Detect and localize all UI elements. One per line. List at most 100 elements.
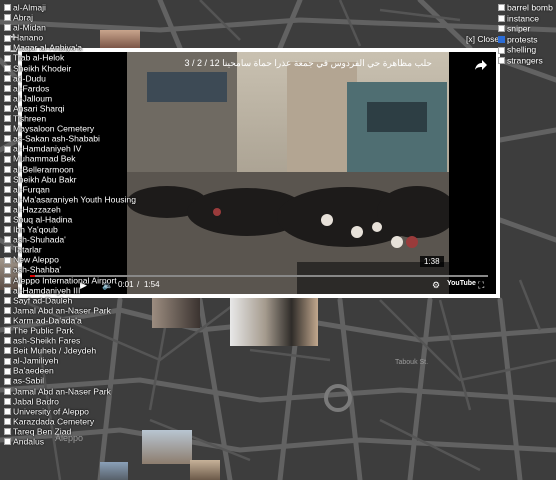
neighborhood-item[interactable]: Tishreen <box>4 113 174 124</box>
neighborhood-item[interactable]: ash-Sheikh Fares <box>4 335 174 346</box>
neighborhood-checkbox[interactable] <box>4 206 11 214</box>
neighborhood-item[interactable]: Hanano <box>4 32 174 43</box>
neighborhood-checkbox[interactable] <box>4 337 11 345</box>
neighborhood-checkbox[interactable] <box>4 367 11 375</box>
filter-checkbox[interactable] <box>498 36 505 44</box>
neighborhood-item[interactable]: al-Jalloum <box>4 93 174 104</box>
neighborhood-checkbox[interactable] <box>4 196 11 204</box>
neighborhood-checkbox[interactable] <box>4 428 11 436</box>
neighborhood-item[interactable]: The Public Park <box>4 325 174 336</box>
neighborhood-checkbox[interactable] <box>4 377 11 385</box>
neighborhood-checkbox[interactable] <box>4 95 11 103</box>
filter-checkbox[interactable] <box>498 57 505 65</box>
neighborhood-item[interactable]: al-Hamdaniyeh IV <box>4 143 174 154</box>
neighborhood-item[interactable]: ash-Shuhada' <box>4 234 174 245</box>
map-thumbnail[interactable] <box>230 298 318 346</box>
neighborhood-checkbox[interactable] <box>4 175 11 183</box>
neighborhood-item[interactable]: Jamal Abd an-Naser Park <box>4 386 174 396</box>
neighborhood-item[interactable]: as-Sabil <box>4 375 174 386</box>
neighborhood-item[interactable]: Sheikh Khodeir <box>4 63 174 73</box>
neighborhood-checkbox[interactable] <box>4 276 11 284</box>
neighborhood-checkbox[interactable] <box>4 307 11 315</box>
filter-item[interactable]: strangers <box>498 55 556 66</box>
neighborhood-item[interactable]: as-Sakan ash-Shababi <box>4 133 174 144</box>
neighborhood-checkbox[interactable] <box>4 84 11 92</box>
neighborhood-item[interactable]: Ansari Sharqi <box>4 103 174 114</box>
map-thumbnail[interactable] <box>190 460 220 480</box>
neighborhood-item[interactable]: al-Jamiliyeh <box>4 355 174 366</box>
neighborhood-checkbox[interactable] <box>4 105 11 113</box>
neighborhood-checkbox[interactable] <box>4 256 11 264</box>
neighborhood-item[interactable]: Muhammad Bek <box>4 153 174 164</box>
close-video-button[interactable]: [x] Close <box>466 34 499 44</box>
neighborhood-item[interactable]: Maqar al-Anbiya'a <box>4 42 174 53</box>
neighborhood-item[interactable]: Karazdada Cemetery <box>4 416 174 427</box>
neighborhood-item[interactable]: Sheikh Abu Bakr <box>4 174 174 184</box>
neighborhood-item[interactable]: Ba'aedeen <box>4 365 174 376</box>
filter-item[interactable]: shelling <box>498 44 556 55</box>
video-title[interactable]: حلب مظاهرة حي الفردوس في جمعة عذرا حماة … <box>142 58 433 69</box>
neighborhood-item[interactable]: al-Almaji <box>4 2 174 13</box>
neighborhood-checkbox[interactable] <box>4 44 11 52</box>
neighborhood-item[interactable]: al-Bellerarmoon <box>4 164 174 174</box>
neighborhood-checkbox[interactable] <box>4 24 11 32</box>
neighborhood-item[interactable]: al-Hamdaniyeh III <box>4 285 174 295</box>
neighborhood-checkbox[interactable] <box>4 226 11 234</box>
neighborhood-checkbox[interactable] <box>4 387 11 395</box>
neighborhood-item[interactable]: Maysaloon Cemetery <box>4 123 174 134</box>
neighborhood-checkbox[interactable] <box>4 266 11 274</box>
neighborhood-item[interactable]: al-Fardos <box>4 83 174 93</box>
neighborhood-checkbox[interactable] <box>4 246 11 254</box>
neighborhood-checkbox[interactable] <box>4 64 11 72</box>
neighborhood-item[interactable]: Tareq Ben Ziad <box>4 426 174 437</box>
neighborhood-item[interactable]: Jabal Badro <box>4 396 174 406</box>
neighborhood-item[interactable]: Abraj <box>4 12 174 23</box>
filter-checkbox[interactable] <box>498 14 505 22</box>
neighborhood-item[interactable]: Jamal Abd an-Naser Park <box>4 305 174 316</box>
neighborhood-checkbox[interactable] <box>4 347 11 355</box>
neighborhood-checkbox[interactable] <box>4 407 11 415</box>
neighborhood-checkbox[interactable] <box>4 4 11 12</box>
neighborhood-checkbox[interactable] <box>4 54 11 62</box>
neighborhood-checkbox[interactable] <box>4 74 11 82</box>
neighborhood-item[interactable]: al-Ma'asaraniyeh Youth Housing <box>4 194 174 205</box>
filter-item[interactable]: protests <box>498 34 556 45</box>
neighborhood-checkbox[interactable] <box>4 125 11 133</box>
neighborhood-checkbox[interactable] <box>4 236 11 244</box>
settings-icon[interactable]: ⚙ <box>432 280 440 291</box>
neighborhood-checkbox[interactable] <box>4 397 11 405</box>
neighborhood-item[interactable]: al-Furqan <box>4 184 174 194</box>
neighborhood-checkbox[interactable] <box>4 165 11 173</box>
neighborhood-item[interactable]: Tatarlar <box>4 244 174 255</box>
filter-item[interactable]: instance <box>498 13 556 23</box>
neighborhood-checkbox[interactable] <box>4 286 11 294</box>
youtube-logo[interactable]: YouTube <box>447 280 476 287</box>
neighborhood-checkbox[interactable] <box>4 296 11 304</box>
filter-checkbox[interactable] <box>498 25 505 33</box>
neighborhood-checkbox[interactable] <box>4 34 11 42</box>
filter-checkbox[interactable] <box>498 4 505 12</box>
neighborhood-item[interactable]: Karm ad-Da'ada'a <box>4 315 174 326</box>
filter-item[interactable]: sniper <box>498 23 556 34</box>
neighborhood-item[interactable]: Ibn Ya'qoub <box>4 224 174 235</box>
neighborhood-item[interactable]: New Aleppo <box>4 254 174 265</box>
map-thumbnail[interactable] <box>100 462 128 480</box>
neighborhood-item[interactable]: Sayf ad-Dauleh <box>4 295 174 305</box>
neighborhood-item[interactable]: University of Aleppo <box>4 406 174 416</box>
share-icon[interactable] <box>474 58 488 72</box>
neighborhood-item[interactable]: ash-Shahba' <box>4 264 174 275</box>
neighborhood-checkbox[interactable] <box>4 135 11 143</box>
neighborhood-checkbox[interactable] <box>4 317 11 325</box>
fullscreen-icon[interactable]: ⛶ <box>478 280 484 291</box>
neighborhood-checkbox[interactable] <box>4 145 11 153</box>
neighborhood-checkbox[interactable] <box>4 327 11 335</box>
neighborhood-checkbox[interactable] <box>4 14 11 22</box>
filter-item[interactable]: barrel bomb <box>498 2 556 13</box>
neighborhood-checkbox[interactable] <box>4 418 11 426</box>
neighborhood-checkbox[interactable] <box>4 185 11 193</box>
neighborhood-item[interactable]: Andalus <box>4 436 174 447</box>
neighborhood-item[interactable]: Souq al-Hadina <box>4 214 174 225</box>
neighborhood-item[interactable]: al-Hazzazeh <box>4 204 174 215</box>
neighborhood-item[interactable]: Beit Muheb / Jdeydeh <box>4 345 174 356</box>
filter-checkbox[interactable] <box>498 46 505 54</box>
